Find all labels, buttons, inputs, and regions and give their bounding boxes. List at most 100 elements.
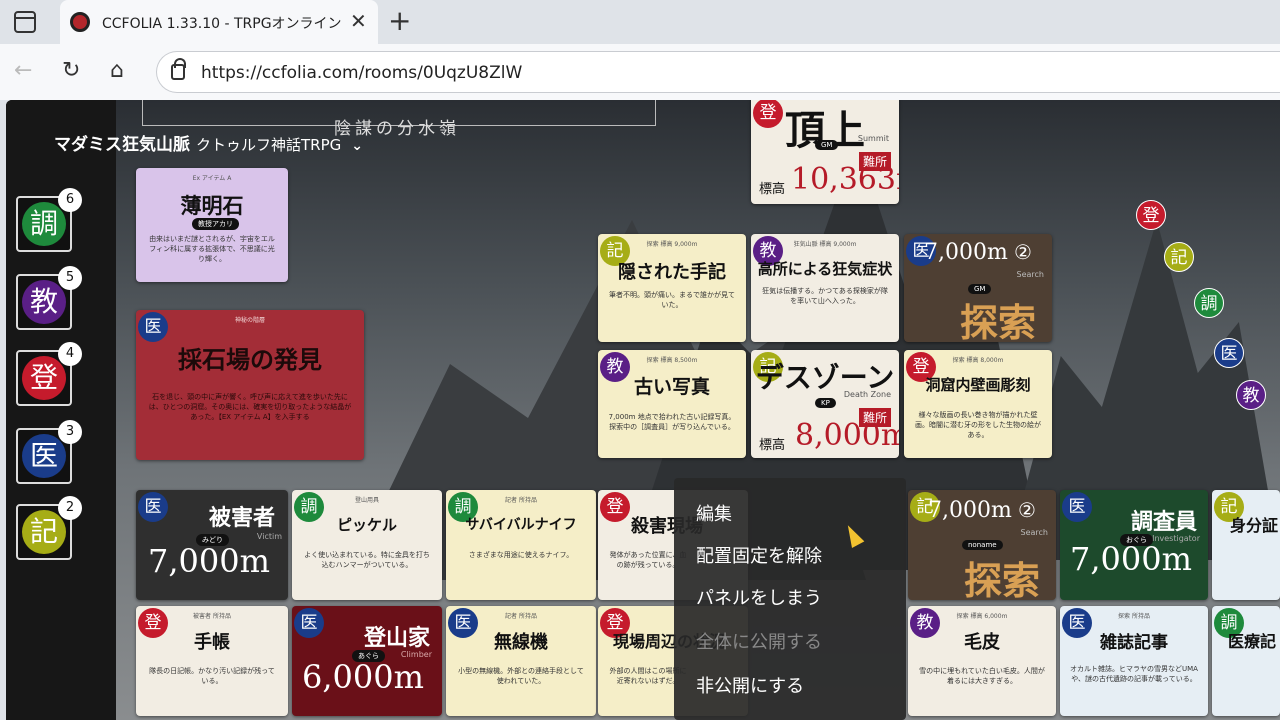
new-tab-icon[interactable]: + <box>388 6 411 36</box>
card-body: よく使い込まれている。特に金具を打ち込むハンマーがついている。 <box>304 551 430 569</box>
card-title: 採石場の発見 <box>178 345 322 374</box>
chevron-down-icon[interactable]: ⌄ <box>351 138 363 154</box>
card-death-zone[interactable]: 記 デスゾーン KP Death Zone 難所 標高 8,000m <box>751 350 899 458</box>
card-old-photo[interactable]: 教 探索 標高 8,500m 古い写真 7,000m 地点で拾われた古い記録写真… <box>598 350 746 458</box>
card-title: 身分証 <box>1230 516 1279 535</box>
map-pin-kyou[interactable]: 教 <box>1236 380 1266 410</box>
card-radio[interactable]: 医 記者 所持品 無線機 小型の無線機。外部との連絡手段として使われていた。 <box>446 606 596 716</box>
altitude-label: 標高 <box>759 182 786 197</box>
card-search-mid[interactable]: 記 7,000m ② Search noname 探索 <box>908 490 1056 600</box>
card-tag: 医 <box>138 492 168 522</box>
card-category: 探索 標高 8,000m <box>952 357 1004 364</box>
card-tag: 医 <box>1062 492 1092 522</box>
card-subtitle: Victim <box>256 532 282 541</box>
browser-tab[interactable]: CCFOLIA 1.33.10 - TRPGオンラインセ ✕ <box>60 0 378 44</box>
url-text: https://ccfolia.com/rooms/0UqzU8ZlW <box>201 63 523 83</box>
owner-pill: KP <box>815 398 836 408</box>
card-category: 被害者 所持品 <box>193 613 231 620</box>
card-victim[interactable]: 医 被害者 みどり Victim 7,000m <box>136 490 288 600</box>
map-pin-to[interactable]: 登 <box>1136 200 1166 230</box>
card-category: 探索 標高 8,500m <box>646 357 698 364</box>
card-body: 雪の中に埋もれていた白い毛皮。人間が着るには大きすぎる。 <box>919 667 1045 685</box>
card-tag: 医 <box>294 608 324 638</box>
card-title: 古い写真 <box>633 376 710 398</box>
context-menu: 編集 配置固定を解除 パネルをしまう 全体に公開する 非公開にする <box>674 478 906 720</box>
card-title: 隠された手記 <box>618 262 726 283</box>
count-badge: 4 <box>58 342 82 366</box>
card-med-record[interactable]: 調 医療記 <box>1212 606 1280 716</box>
counter-chou[interactable]: 調 6 <box>16 188 82 252</box>
card-pickel[interactable]: 調 登山用具 ピッケル よく使い込まれている。特に金具を打ち込むハンマーがついて… <box>292 490 442 600</box>
card-survival-knife[interactable]: 調 記者 所持品 サバイバルナイフ さまざまな用途に使えるナイフ。 <box>446 490 596 600</box>
menu-item-unlock[interactable]: 配置固定を解除 <box>696 542 822 568</box>
card-title: 探索 <box>963 558 1040 600</box>
card-category: Ex アイテム A <box>192 175 232 182</box>
card-body: 狂気は伝播する。かつてある探検家が隊を率いて山へ入った。 <box>762 287 888 305</box>
card-magazine[interactable]: 医 探索 所持品 雑誌記事 オカルト雑誌。ヒマラヤの雪男などUMAや、謎の古代遺… <box>1060 606 1208 716</box>
card-category: 探索 所持品 <box>1118 613 1150 620</box>
search-number: ② <box>1014 240 1032 264</box>
card-body: 様々な版画の長い巻き物が描かれた壁画。暗闇に潜む牙の形をした生物の絵がある。 <box>915 411 1041 439</box>
owner-pill: noname <box>962 540 1003 550</box>
card-title: 登山家 <box>363 625 430 651</box>
card-subtitle: Summit <box>857 134 889 143</box>
card-title: 高所による狂気症状 <box>757 260 893 278</box>
card-saiseki[interactable]: 医 神秘の階層 採石場の発見 石を退じ、頭の中に声が響く。呼び声に応えて進を歩い… <box>136 310 364 460</box>
menu-item-stow[interactable]: パネルをしまう <box>696 584 822 610</box>
owner-pill: 教授アカリ <box>192 218 239 230</box>
card-title: 手帳 <box>194 632 230 653</box>
reload-icon[interactable]: ↻ <box>62 58 80 84</box>
card-cave-mural[interactable]: 登 探索 標高 8,000m 洞窟内壁画彫刻 様々な版画の長い巻き物が描かれた壁… <box>904 350 1052 458</box>
card-search-top[interactable]: 医 7,000m ② Search GM 探索 <box>904 234 1052 342</box>
card-fur[interactable]: 教 探索 標高 6,000m 毛皮 雪の中に埋もれていた白い毛皮。人間が着るには… <box>908 606 1056 716</box>
card-investigator[interactable]: 医 調査員 おぐら Investigator 7,000m <box>1060 490 1208 600</box>
menu-item-publish-all[interactable]: 全体に公開する <box>696 628 822 654</box>
menu-item-edit[interactable]: 編集 <box>696 500 732 526</box>
room-system: クトゥルフ神話TRPG <box>196 136 342 154</box>
card-title: 探索 <box>959 300 1036 342</box>
ccfolia-favicon-icon <box>70 12 90 32</box>
card-notebook[interactable]: 登 被害者 所持品 手帳 隊長の日記帳。かなり汚い記録が残っている。 <box>136 606 288 716</box>
card-madness[interactable]: 教 狂気山脈 標高 9,000m 高所による狂気症状 狂気は伝播する。かつてある… <box>751 234 899 342</box>
map-pin-i[interactable]: 医 <box>1214 338 1244 368</box>
card-body: さまざまな用途に使えるナイフ。 <box>468 551 574 559</box>
room-title[interactable]: マダミス狂気山脈 クトゥルフ神話TRPG ⌄ <box>54 130 363 155</box>
card-title: サバイバルナイフ <box>465 517 577 533</box>
card-category: 記者 所持品 <box>505 497 537 504</box>
counter-ki[interactable]: 記 2 <box>16 496 82 560</box>
card-body: オカルト雑誌。ヒマラヤの雪男などUMAや、謎の古代遺跡の記事が載っている。 <box>1070 665 1198 683</box>
tab-close-icon[interactable]: ✕ <box>350 9 367 33</box>
card-title: 毛皮 <box>964 632 1000 653</box>
map-pin-ki[interactable]: 記 <box>1164 242 1194 272</box>
menu-item-make-private[interactable]: 非公開にする <box>696 672 804 698</box>
card-summit[interactable]: 登 頂上 Summit GM 難所 標高 10,363m <box>751 100 899 204</box>
lock-icon[interactable] <box>171 58 186 80</box>
card-body: 隊長の日記帳。かなり汚い記録が残っている。 <box>149 667 275 685</box>
to-token: 登 <box>22 356 66 400</box>
card-title: 洞窟内壁画彫刻 <box>925 376 1031 394</box>
card-category: 記者 所持品 <box>505 613 537 620</box>
kyou-token: 教 <box>22 280 66 324</box>
card-title: 調査員 <box>1130 509 1197 535</box>
window-menu-icon[interactable] <box>14 11 36 33</box>
counter-kyou[interactable]: 教 5 <box>16 266 82 330</box>
count-badge: 2 <box>58 496 82 520</box>
back-arrow-icon[interactable]: ← <box>14 58 32 84</box>
card-hakumei[interactable]: Ex アイテム A 薄明石 教授アカリ 由来はいまだ謎とされるが、宇宙をエルフィ… <box>136 168 288 282</box>
count-badge: 6 <box>58 188 82 212</box>
address-bar[interactable]: https://ccfolia.com/rooms/0UqzU8ZlW <box>156 51 1280 93</box>
card-hidden-notes[interactable]: 記 探索 標高 9,000m 隠された手記 筆者不明。頭が痛い。まるで誰かが見て… <box>598 234 746 342</box>
browser-toolbar: ← ↻ ⌂ https://ccfolia.com/rooms/0UqzU8Zl… <box>0 44 1280 100</box>
count-badge: 5 <box>58 266 82 290</box>
home-icon[interactable]: ⌂ <box>110 58 124 84</box>
card-climber[interactable]: 医 登山家 あぐら Climber 6,000m <box>292 606 442 716</box>
counter-to[interactable]: 登 4 <box>16 342 82 406</box>
card-category: 狂気山脈 標高 9,000m <box>793 241 857 248</box>
card-id[interactable]: 記 身分証 <box>1212 490 1280 600</box>
counter-i[interactable]: 医 3 <box>16 420 82 484</box>
card-body: 由来はいまだ謎とされるが、宇宙をエルフィン科に属する拡張体で、不思議に光り輝く。 <box>149 235 275 263</box>
map-pin-chou[interactable]: 調 <box>1194 288 1224 318</box>
altitude-value: 10,363m <box>791 162 899 197</box>
altitude-value: 7,000m <box>148 542 270 580</box>
ccfolia-room: 陰謀の分水嶺 マダミス狂気山脈 クトゥルフ神話TRPG ⌄ 調 6 教 5 登 4 … <box>6 100 1280 720</box>
